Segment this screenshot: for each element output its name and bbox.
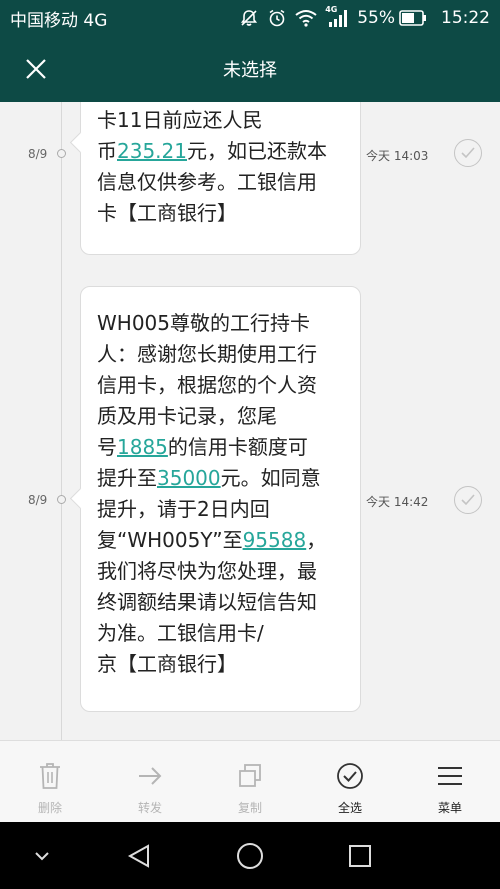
- message-line: 提升，请于2日内回: [97, 494, 346, 525]
- status-icons: 4G 55% 15:22: [239, 5, 490, 29]
- select-all-label: 全选: [337, 801, 362, 815]
- menu-icon: [438, 767, 462, 785]
- message-text: 号: [97, 435, 117, 459]
- timeline-dot: [57, 149, 66, 158]
- menu-label: 菜单: [437, 801, 462, 815]
- message-line: 复“WH005Y”至95588，: [97, 525, 346, 556]
- message-bubble[interactable]: 卡11日前应还人民 币235.21元，如已还款本 信息仅供参考。工银信用 卡【工商银行…: [80, 102, 361, 255]
- message-text: 元。如同意: [220, 466, 321, 490]
- copy-button[interactable]: 复制: [200, 741, 300, 822]
- message-link[interactable]: 95588: [243, 528, 307, 552]
- delete-label: 删除: [37, 801, 62, 815]
- select-all-button[interactable]: 全选: [300, 741, 400, 822]
- message-line: 币235.21元，如已还款本: [97, 136, 346, 167]
- check-icon: [461, 147, 475, 159]
- delete-button[interactable]: 删除: [0, 741, 100, 822]
- clock-label: 15:22: [441, 8, 490, 28]
- message-text: 信息仅供参考。工银信用: [97, 170, 317, 194]
- message-line: 人：感谢您长期使用工行: [97, 339, 346, 370]
- forward-label: 转发: [137, 801, 162, 815]
- message-time: 今天 14:03: [366, 149, 429, 163]
- menu-button[interactable]: 菜单: [400, 741, 500, 822]
- collapse-chevron-icon: [35, 852, 49, 861]
- message-line: 号1885的信用卡额度可: [97, 432, 346, 463]
- message-text: 复“WH005Y”至: [97, 528, 243, 552]
- message-line: 我们将尽快为您处理，最: [97, 556, 346, 587]
- message-select-checkbox[interactable]: [454, 139, 482, 167]
- alarm-icon: [267, 8, 287, 28]
- action-bar: 删除 转发 复制 全选 菜单: [0, 740, 500, 822]
- check-circle-icon: [337, 763, 363, 789]
- message-text: 终调额结果请以短信告知: [97, 590, 317, 614]
- navigation-bar: [0, 822, 500, 889]
- message-link[interactable]: 35000: [157, 466, 221, 490]
- back-button[interactable]: [124, 840, 154, 872]
- message-text: 币: [97, 139, 117, 163]
- message-line: WH005尊敬的工行持卡: [97, 308, 346, 339]
- message-line: 提升至35000元。如同意: [97, 463, 346, 494]
- message-link[interactable]: 235.21: [117, 139, 187, 163]
- battery-indicator: 55%: [357, 8, 427, 28]
- battery-percent: 55%: [357, 8, 395, 28]
- message-line: 信用卡，根据您的个人资: [97, 370, 346, 401]
- message-line: 京【工商银行】: [97, 649, 346, 680]
- forward-arrow-icon: [139, 767, 162, 785]
- message-date: 8/9: [28, 147, 48, 161]
- message-line: 卡【工商银行】: [97, 198, 346, 229]
- battery-icon: [399, 10, 427, 26]
- message-link[interactable]: 1885: [117, 435, 168, 459]
- message-text: 质及用卡记录，您尾: [97, 404, 277, 428]
- message-text: 的信用卡额度可: [167, 435, 308, 459]
- home-icon: [237, 843, 263, 869]
- message-text: 卡11日前应还人民: [97, 108, 263, 132]
- message-text: 提升，请于2日内回: [97, 497, 270, 521]
- message-text: WH005尊敬的工行持卡: [97, 311, 310, 335]
- page-title: 未选择: [223, 60, 277, 81]
- check-icon: [461, 494, 475, 506]
- message-line: 信息仅供参考。工银信用: [97, 167, 346, 198]
- carrier-label: 中国移动 4G: [10, 10, 108, 31]
- message-text: 元，如已还款本: [186, 139, 327, 163]
- message-list[interactable]: 卡11日前应还人民 币235.21元，如已还款本 信息仅供参考。工银信用 卡【工商银行…: [0, 102, 500, 740]
- message-date: 8/9: [28, 493, 48, 507]
- trash-icon: [40, 763, 60, 789]
- back-icon: [127, 844, 149, 868]
- message-text: 为准。工银信用卡/: [97, 621, 264, 645]
- message-text: 提升至: [97, 466, 157, 490]
- message-line: 质及用卡记录，您尾: [97, 401, 346, 432]
- message-text: 信用卡，根据您的个人资: [97, 373, 317, 397]
- copy-label: 复制: [237, 801, 262, 815]
- message-line: 卡11日前应还人民: [97, 105, 346, 136]
- selection-header: 未选择: [0, 36, 500, 102]
- message-text: 京【工商银行】: [97, 652, 237, 676]
- message-text: 人：感谢您长期使用工行: [97, 342, 317, 366]
- collapse-nav-button[interactable]: [30, 840, 54, 872]
- message-bubble[interactable]: WH005尊敬的工行持卡 人：感谢您长期使用工行 信用卡，根据您的个人资 质及用卡记录…: [80, 286, 361, 712]
- timeline-dot: [57, 495, 66, 504]
- status-bar: 中国移动 4G 4G 55% 15:22: [0, 0, 500, 36]
- close-icon: [26, 59, 46, 79]
- message-line: 终调额结果请以短信告知: [97, 587, 346, 618]
- message-text: ，: [306, 528, 327, 552]
- close-selection-button[interactable]: [20, 53, 52, 85]
- copy-icon: [239, 764, 261, 787]
- message-text: 我们将尽快为您处理，最: [97, 559, 317, 583]
- message-time: 今天 14:42: [366, 495, 429, 509]
- home-button[interactable]: [234, 840, 266, 872]
- forward-button[interactable]: 转发: [100, 741, 200, 822]
- message-select-checkbox[interactable]: [454, 486, 482, 514]
- mute-icon: [239, 8, 259, 28]
- recents-button[interactable]: [345, 840, 375, 872]
- timeline-line: [61, 102, 62, 740]
- message-text: 卡【工商银行】: [97, 201, 237, 225]
- recents-icon: [349, 845, 371, 867]
- wifi-icon: [295, 9, 317, 27]
- message-line: 为准。工银信用卡/: [97, 618, 346, 649]
- signal-icon: 4G: [325, 5, 349, 29]
